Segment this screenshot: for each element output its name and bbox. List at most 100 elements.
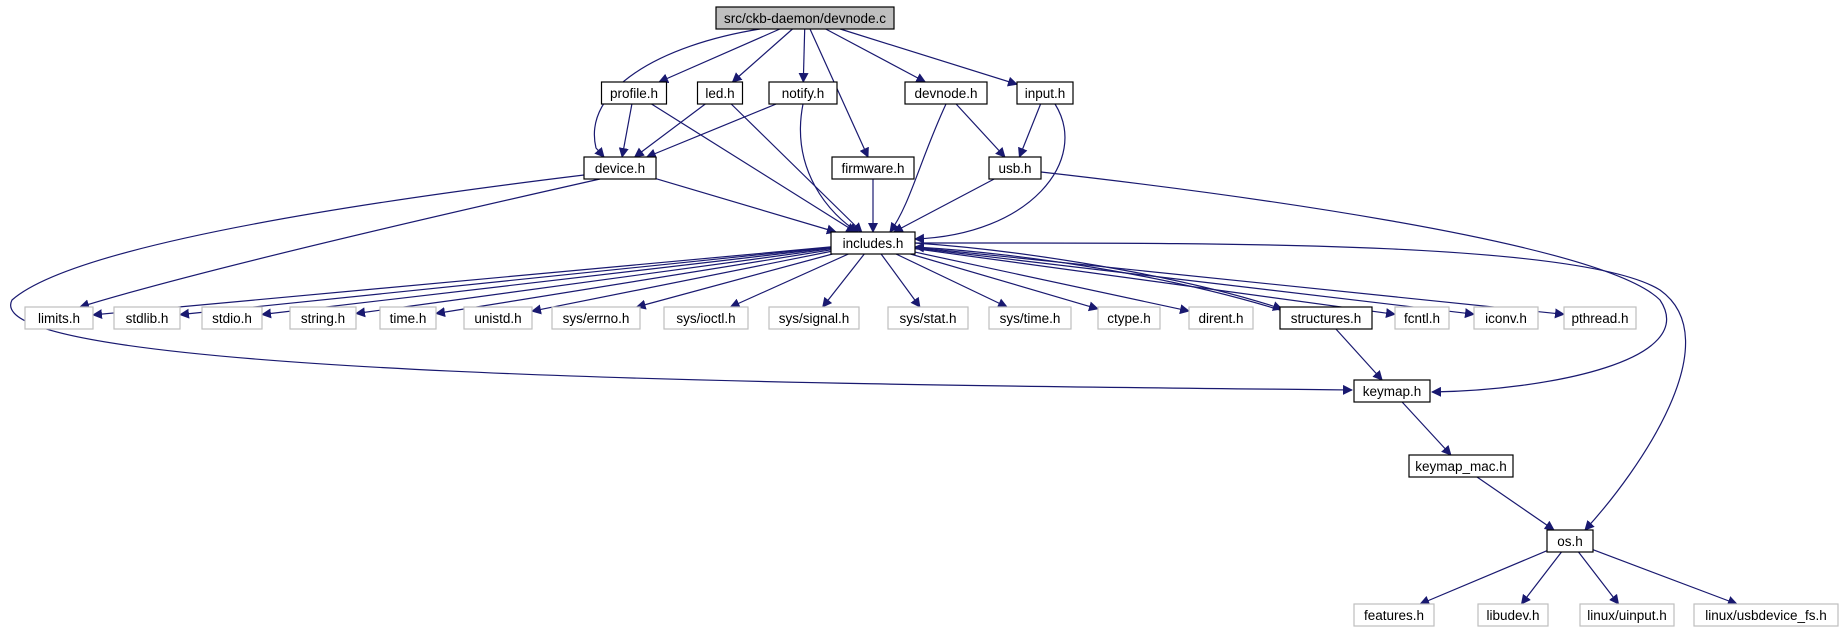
edge-includes-to-iconv	[914, 247, 1475, 319]
node-label: fcntl.h	[1404, 311, 1440, 326]
node-device[interactable]: device.h	[583, 156, 657, 180]
node-devnode[interactable]: devnode.h	[904, 81, 988, 105]
node-stdio: stdio.h	[201, 306, 263, 330]
node-label: ctype.h	[1107, 311, 1151, 326]
node-systime: sys/time.h	[988, 306, 1072, 330]
node-keymap_mac[interactable]: keymap_mac.h	[1408, 454, 1514, 478]
node-label: stdio.h	[212, 311, 252, 326]
node-label: firmware.h	[841, 161, 904, 176]
node-label: devnode.h	[914, 86, 977, 101]
node-limits: limits.h	[24, 306, 94, 330]
edge-profile-to-device	[618, 103, 633, 158]
node-label: sys/ioctl.h	[676, 311, 735, 326]
edge-includes-to-stdio	[261, 247, 832, 319]
node-label: iconv.h	[1485, 311, 1527, 326]
node-label: keymap_mac.h	[1415, 459, 1507, 474]
edge-device-to-limits	[79, 178, 601, 310]
node-label: features.h	[1364, 608, 1424, 623]
node-label: time.h	[390, 311, 427, 326]
node-errno: sys/errno.h	[551, 306, 641, 330]
edge-notify-to-device	[645, 103, 777, 159]
edge-includes-to-stat	[880, 253, 921, 308]
edge-root-to-input	[840, 28, 1018, 87]
node-label: pthread.h	[1571, 311, 1628, 326]
node-label: unistd.h	[474, 311, 521, 326]
node-label: stdlib.h	[126, 311, 169, 326]
node-string: string.h	[289, 306, 357, 330]
node-ioctl: sys/ioctl.h	[663, 306, 749, 330]
node-root[interactable]: src/ckb-daemon/devnode.c	[715, 6, 895, 30]
node-label: dirent.h	[1198, 311, 1243, 326]
edge-devnode-to-usb	[955, 103, 1006, 158]
node-features: features.h	[1353, 603, 1435, 627]
edge-root-to-devnode	[825, 28, 927, 83]
node-iconv: iconv.h	[1473, 306, 1539, 330]
edge-os-to-uinput	[1578, 551, 1620, 605]
node-input[interactable]: input.h	[1016, 81, 1074, 105]
node-label: led.h	[705, 86, 734, 101]
node-layer: src/ckb-daemon/devnode.c profile.h led.h no…	[24, 6, 1839, 627]
edge-root-to-notify	[798, 28, 809, 83]
node-label: sys/errno.h	[563, 311, 630, 326]
edge-usb-to-keymap	[1040, 171, 1668, 397]
node-label: sys/stat.h	[899, 311, 956, 326]
node-includes[interactable]: includes.h	[830, 231, 916, 255]
node-label: keymap.h	[1363, 384, 1422, 399]
node-label: sys/signal.h	[779, 311, 850, 326]
include-dependency-graph: src/ckb-daemon/devnode.c profile.h led.h no…	[10, 6, 1839, 627]
edge-includes-to-pthread	[914, 246, 1565, 319]
node-unistd: unistd.h	[463, 306, 533, 330]
node-fcntl: fcntl.h	[1394, 306, 1450, 330]
node-uinput: linux/uinput.h	[1579, 603, 1675, 627]
node-label: string.h	[301, 311, 345, 326]
node-firmware[interactable]: firmware.h	[831, 156, 915, 180]
node-label: usb.h	[998, 161, 1031, 176]
node-structures[interactable]: structures.h	[1279, 306, 1373, 330]
edge-includes-to-limits	[92, 246, 832, 320]
node-notify[interactable]: notify.h	[768, 81, 838, 105]
node-label: linux/uinput.h	[1587, 608, 1667, 623]
edge-device-to-includes	[655, 178, 837, 235]
edge-os-to-libudev	[1520, 551, 1562, 605]
edge-usb-to-includes	[892, 178, 995, 233]
node-os[interactable]: os.h	[1546, 529, 1594, 553]
node-usb[interactable]: usb.h	[988, 156, 1042, 180]
node-label: includes.h	[843, 236, 904, 251]
node-profile[interactable]: profile.h	[600, 81, 668, 105]
node-libudev: libudev.h	[1477, 603, 1549, 627]
edge-includes-to-fcntl	[914, 248, 1396, 319]
node-label: libudev.h	[1486, 608, 1539, 623]
node-label: os.h	[1557, 534, 1583, 549]
node-signal: sys/signal.h	[768, 306, 860, 330]
edge-structures-to-keymap	[1335, 328, 1383, 381]
edge-includes-to-signal	[822, 253, 865, 308]
node-label: src/ckb-daemon/devnode.c	[724, 11, 886, 26]
edge-os-to-usbdevice_fs	[1592, 549, 1738, 606]
node-led[interactable]: led.h	[696, 81, 744, 105]
node-dirent: dirent.h	[1188, 306, 1254, 330]
edge-includes-to-systime	[895, 253, 1008, 308]
node-label: input.h	[1025, 86, 1066, 101]
edge-keymap_mac-to-os	[1476, 476, 1555, 531]
node-label: profile.h	[610, 86, 658, 101]
node-label: sys/time.h	[1000, 311, 1061, 326]
node-label: limits.h	[38, 311, 80, 326]
edge-input-to-usb	[1018, 103, 1042, 158]
node-stdlib: stdlib.h	[113, 306, 181, 330]
edge-device-to-keymap	[10, 174, 1353, 395]
node-stat: sys/stat.h	[887, 306, 969, 330]
node-label: notify.h	[782, 86, 825, 101]
edge-includes-to-ctype	[910, 253, 1099, 312]
node-usbdevice_fs: linux/usbdevice_fs.h	[1693, 603, 1839, 627]
edge-keymap-to-keymap_mac	[1401, 401, 1452, 456]
node-keymap[interactable]: keymap.h	[1353, 379, 1431, 403]
node-label: device.h	[595, 161, 645, 176]
edge-includes-to-ioctl	[729, 253, 849, 308]
node-label: linux/usbdevice_fs.h	[1705, 608, 1827, 623]
node-ctype: ctype.h	[1097, 306, 1161, 330]
node-label: structures.h	[1291, 311, 1362, 326]
node-time: time.h	[379, 306, 437, 330]
node-pthread: pthread.h	[1563, 306, 1637, 330]
edge-profile-to-includes	[651, 103, 857, 233]
edge-includes-to-string	[355, 248, 832, 318]
